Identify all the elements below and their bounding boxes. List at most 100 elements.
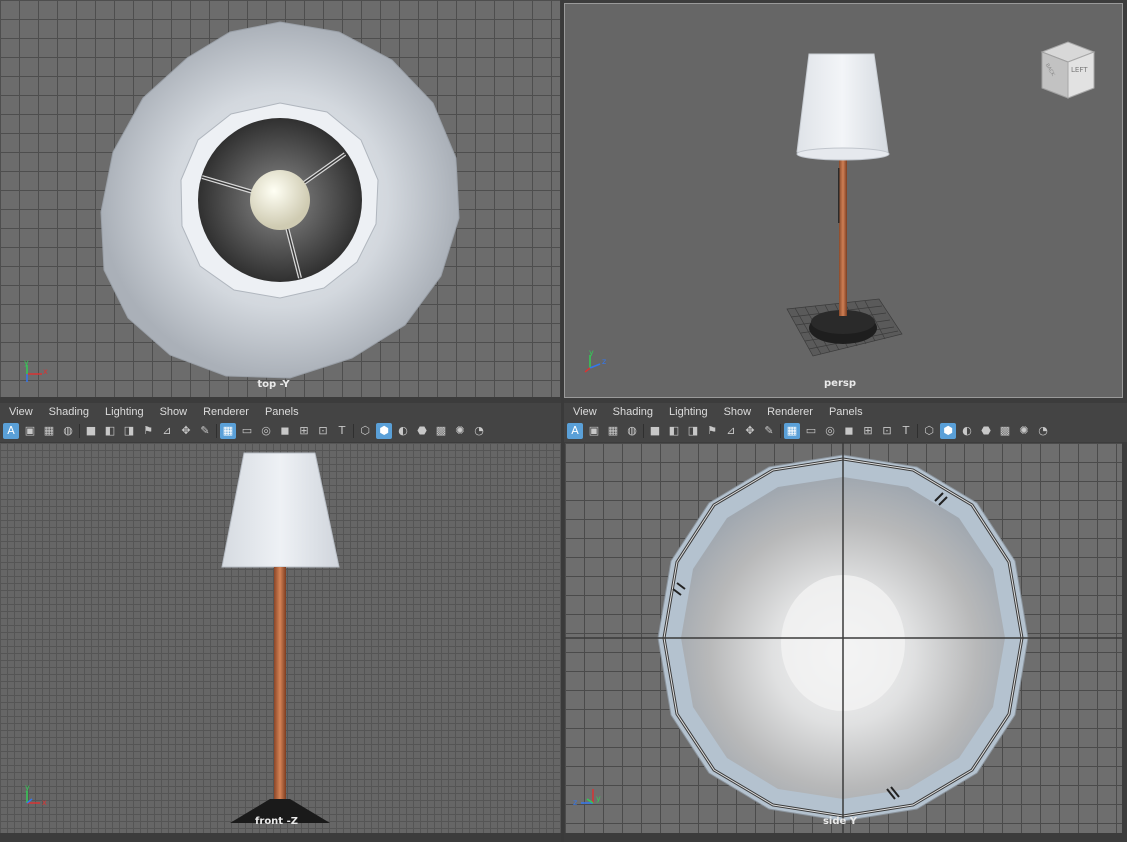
menu-shading[interactable]: Shading xyxy=(41,406,97,418)
top-view-scene xyxy=(100,21,460,379)
grease-pencil-icon[interactable]: ✎ xyxy=(761,423,777,439)
bookmark-icon[interactable]: ◍ xyxy=(60,423,76,439)
camera-attributes-icon[interactable]: ◧ xyxy=(102,423,118,439)
image-plane-icon[interactable]: ⊿ xyxy=(159,423,175,439)
wireframe-icon[interactable]: ⬡ xyxy=(357,423,373,439)
default-material-icon[interactable]: ⬣ xyxy=(978,423,994,439)
menu-show[interactable]: Show xyxy=(152,406,196,418)
pan-zoom-icon[interactable]: ✥ xyxy=(742,423,758,439)
axis-letter: x xyxy=(42,798,47,807)
lights-icon[interactable]: ✺ xyxy=(452,423,468,439)
grid-icon[interactable]: ▦ xyxy=(784,423,800,439)
viewport-label-top: top -Y xyxy=(257,379,290,390)
camera-icon[interactable]: ■ xyxy=(83,423,99,439)
grid-toggle-icon[interactable]: ▦ xyxy=(41,423,57,439)
toolbar-right: A ▣ ▦ ◍ ■ ◧ ◨ ⚑ ⊿ ✥ ✎ ▦ ▭ ◎ ◼ ⊞ ⊡ T ⬡ ⬢ ◐ ⬣ ▩ ✺ ◔ xyxy=(564,420,1127,442)
menu-renderer[interactable]: Renderer xyxy=(195,406,257,418)
menu-view[interactable]: View xyxy=(564,406,605,418)
wireframe-on-shaded-icon[interactable]: ◐ xyxy=(959,423,975,439)
frame-icon[interactable]: ▣ xyxy=(586,423,602,439)
menu-renderer[interactable]: Renderer xyxy=(759,406,821,418)
resolution-gate-icon[interactable]: ◎ xyxy=(258,423,274,439)
safe-title-icon[interactable]: T xyxy=(898,423,914,439)
side-viewport[interactable]: z y side Y xyxy=(565,443,1122,833)
textured-icon[interactable]: ▩ xyxy=(997,423,1013,439)
bookmark-icon[interactable]: ◍ xyxy=(624,423,640,439)
menu-shading[interactable]: Shading xyxy=(605,406,661,418)
menu-panels[interactable]: Panels xyxy=(821,406,871,418)
shadows-icon[interactable]: ◔ xyxy=(471,423,487,439)
gate-mask-icon[interactable]: ◼ xyxy=(277,423,293,439)
side-view-scene xyxy=(565,443,1122,833)
safe-action-icon[interactable]: ⊡ xyxy=(315,423,331,439)
axis-letter: z xyxy=(602,357,607,366)
camera-attributes-icon[interactable]: ◧ xyxy=(666,423,682,439)
menu-show[interactable]: Show xyxy=(716,406,760,418)
grid-icon[interactable]: ▦ xyxy=(220,423,236,439)
menu-lighting[interactable]: Lighting xyxy=(661,406,716,418)
front-viewport[interactable]: y x front -Z xyxy=(0,443,561,833)
field-chart-icon[interactable]: ⊞ xyxy=(296,423,312,439)
film-gate-icon[interactable]: ▭ xyxy=(803,423,819,439)
axis-gizmo: y x xyxy=(20,783,50,815)
top-viewport[interactable]: y x top -Y xyxy=(0,0,560,397)
lock-camera-icon[interactable]: ◨ xyxy=(685,423,701,439)
axis-letter: y xyxy=(589,348,594,357)
smooth-shade-icon[interactable]: ⬢ xyxy=(376,423,392,439)
select-all-icon[interactable]: A xyxy=(3,423,19,439)
smooth-shade-icon[interactable]: ⬢ xyxy=(940,423,956,439)
wireframe-icon[interactable]: ⬡ xyxy=(921,423,937,439)
grease-pencil-icon[interactable]: ✎ xyxy=(197,423,213,439)
axis-letter: z xyxy=(573,798,578,807)
shadows-icon[interactable]: ◔ xyxy=(1035,423,1051,439)
menu-lighting[interactable]: Lighting xyxy=(97,406,152,418)
grid-toggle-icon[interactable]: ▦ xyxy=(605,423,621,439)
axis-gizmo: z y xyxy=(573,783,603,813)
safe-action-icon[interactable]: ⊡ xyxy=(879,423,895,439)
toolbar-separator xyxy=(643,424,644,438)
resolution-gate-icon[interactable]: ◎ xyxy=(822,423,838,439)
viewport-label-front: front -Z xyxy=(255,816,298,827)
toolbar-left: A ▣ ▦ ◍ ■ ◧ ◨ ⚑ ⊿ ✥ ✎ ▦ ▭ ◎ ◼ ⊞ ⊡ T ⬡ ⬢ ◐ ⬣ ▩ ✺ ◔ xyxy=(0,420,561,442)
field-chart-icon[interactable]: ⊞ xyxy=(860,423,876,439)
front-view-scene xyxy=(221,452,340,823)
toolbar-separator xyxy=(216,424,217,438)
axis-gizmo: y z xyxy=(581,348,611,381)
toolbar-separator xyxy=(917,424,918,438)
camera-icon[interactable]: ■ xyxy=(647,423,663,439)
viewport-label-side: side Y xyxy=(822,816,858,827)
axis-letter: x xyxy=(43,367,48,376)
bookmark-flag-icon[interactable]: ⚑ xyxy=(704,423,720,439)
film-gate-icon[interactable]: ▭ xyxy=(239,423,255,439)
toolbar-separator xyxy=(79,424,80,438)
textured-icon[interactable]: ▩ xyxy=(433,423,449,439)
frame-icon[interactable]: ▣ xyxy=(22,423,38,439)
persp-viewport[interactable]: LEFT BACK y z persp xyxy=(564,3,1123,398)
image-plane-icon[interactable]: ⊿ xyxy=(723,423,739,439)
toolbar-separator xyxy=(353,424,354,438)
default-material-icon[interactable]: ⬣ xyxy=(414,423,430,439)
lamp-pole xyxy=(839,158,847,316)
axis-letter: y xyxy=(596,794,601,803)
select-all-icon[interactable]: A xyxy=(567,423,583,439)
wireframe-on-shaded-icon[interactable]: ◐ xyxy=(395,423,411,439)
menubar-right: View Shading Lighting Show Renderer Pane… xyxy=(564,403,1127,421)
view-cube[interactable]: LEFT BACK xyxy=(1034,40,1096,100)
viewport-label-persp: persp xyxy=(824,378,856,389)
menubar-left: View Shading Lighting Show Renderer Pane… xyxy=(0,403,561,421)
lights-icon[interactable]: ✺ xyxy=(1016,423,1032,439)
pan-zoom-icon[interactable]: ✥ xyxy=(178,423,194,439)
toolbar-separator xyxy=(780,424,781,438)
bookmark-flag-icon[interactable]: ⚑ xyxy=(140,423,156,439)
axis-letter: y xyxy=(24,358,29,367)
lamp-pole xyxy=(274,567,286,799)
safe-title-icon[interactable]: T xyxy=(334,423,350,439)
menu-panels[interactable]: Panels xyxy=(257,406,307,418)
gate-mask-icon[interactable]: ◼ xyxy=(841,423,857,439)
lamp-shade xyxy=(221,452,340,568)
menu-view[interactable]: View xyxy=(0,406,41,418)
lock-camera-icon[interactable]: ◨ xyxy=(121,423,137,439)
axis-letter: y xyxy=(25,783,30,792)
lamp-shade xyxy=(796,53,889,159)
light-bulb xyxy=(250,170,310,230)
